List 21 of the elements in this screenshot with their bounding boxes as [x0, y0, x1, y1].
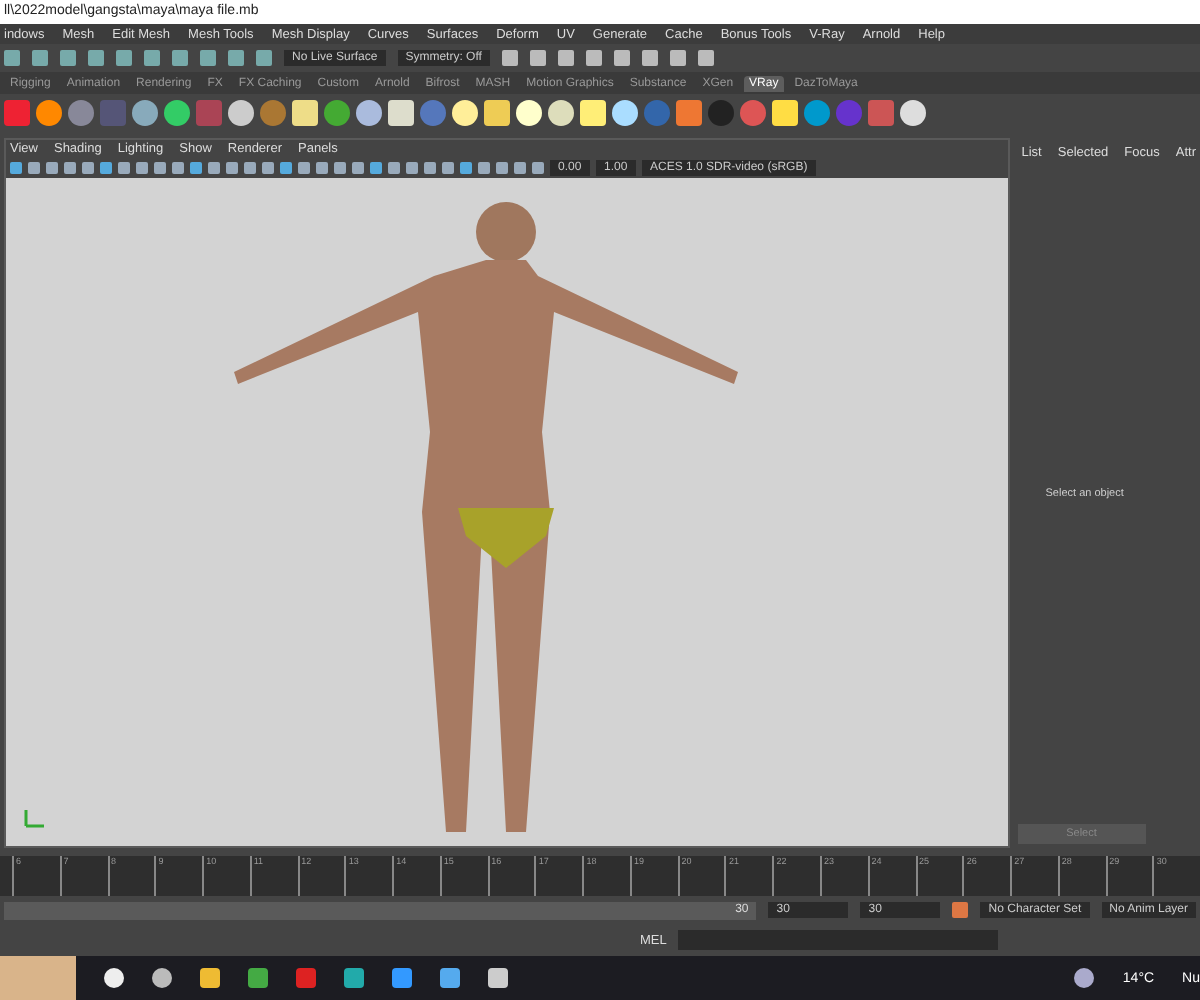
shelf-icon[interactable] [36, 99, 62, 125]
shelf-icon[interactable] [548, 99, 574, 125]
shelf-icon[interactable] [772, 99, 798, 125]
shelf-icon[interactable] [612, 99, 638, 125]
shelf-icon[interactable] [228, 99, 254, 125]
shelf-icon[interactable] [164, 99, 190, 125]
taskbar-app-icon[interactable] [104, 968, 124, 988]
shelf-icon[interactable] [132, 99, 158, 125]
taskbar-app-icon[interactable] [152, 968, 172, 988]
axis-icon [22, 806, 46, 830]
start-tile-picture[interactable] [0, 956, 76, 1000]
shelf-icon[interactable] [580, 99, 606, 125]
shelf-icon[interactable] [292, 99, 318, 125]
shelf-icon[interactable] [356, 99, 382, 125]
bookmark-icon[interactable] [952, 902, 969, 918]
shelf-icon[interactable] [900, 99, 926, 125]
shelf-icon[interactable] [516, 99, 542, 125]
shelf-icon[interactable] [484, 99, 510, 125]
shelf-icon[interactable] [452, 99, 478, 125]
command-input-field[interactable] [678, 930, 999, 950]
shelf-icon[interactable] [388, 99, 414, 125]
